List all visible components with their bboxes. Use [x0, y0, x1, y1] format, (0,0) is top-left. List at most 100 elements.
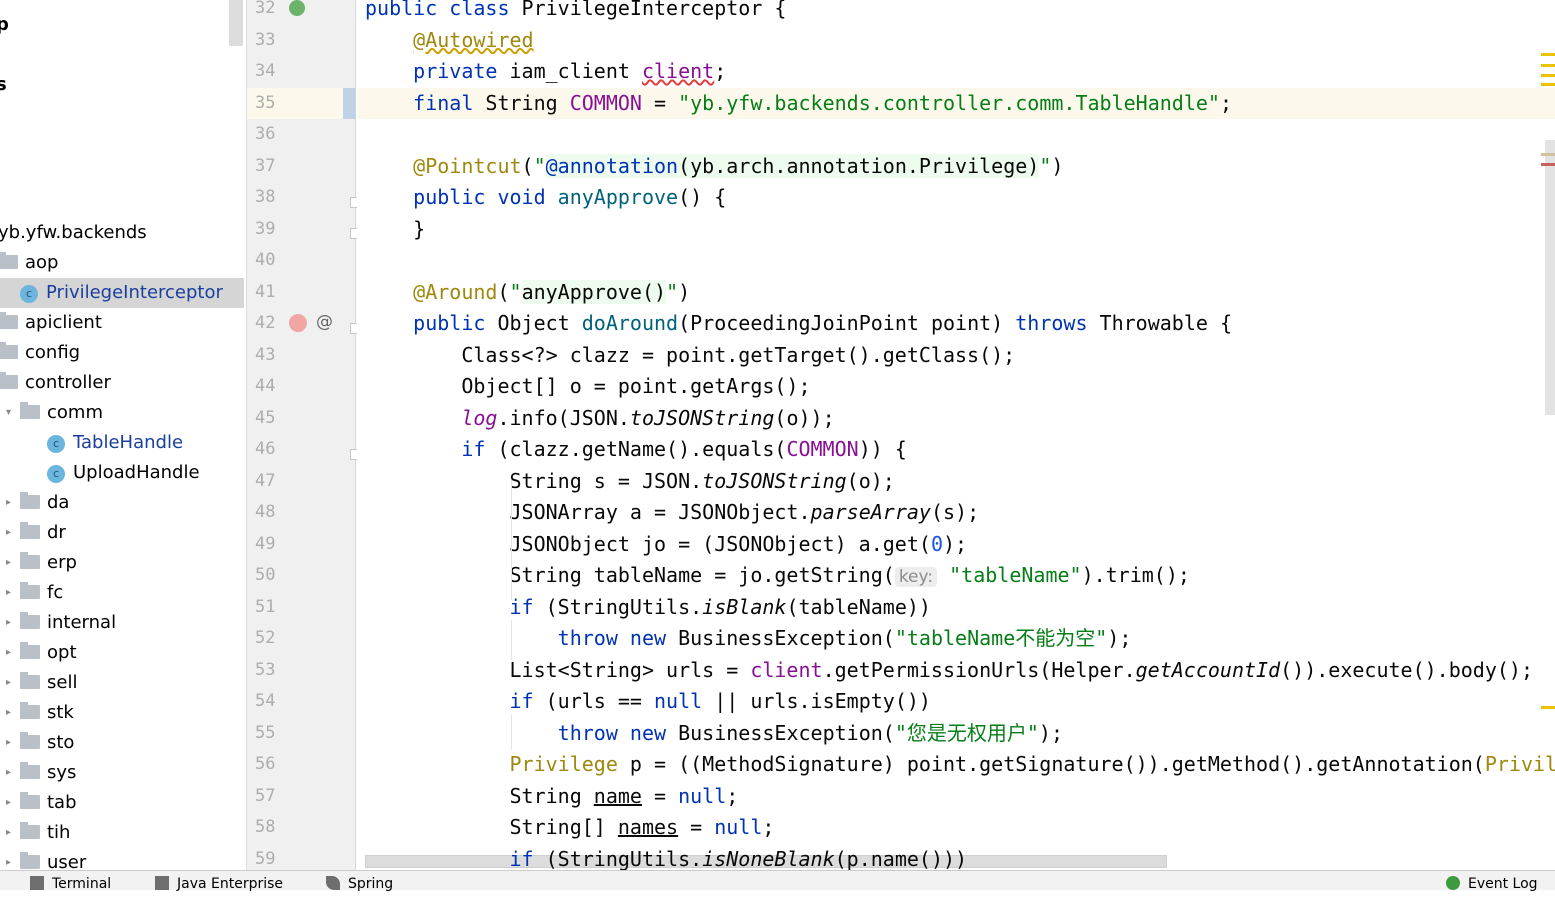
- expand-arrow-icon[interactable]: ▸: [6, 638, 11, 668]
- code-token: (urls ==: [545, 689, 654, 713]
- error-stripe-mark[interactable]: [1541, 53, 1555, 56]
- code-line[interactable]: String name = null;: [365, 781, 738, 813]
- tree-item-privilegeinterceptor[interactable]: c PrivilegeInterceptor: [0, 278, 244, 308]
- code-editor[interactable]: public class PrivilegeInterceptor { @Aut…: [357, 0, 1555, 870]
- code-line[interactable]: String tableName = jo.getString(key: "ta…: [365, 560, 1190, 592]
- expand-arrow-icon[interactable]: ▸: [6, 518, 11, 548]
- code-line[interactable]: @Autowired: [365, 25, 533, 57]
- code-line[interactable]: String s = JSON.toJSONString(o);: [365, 466, 894, 498]
- expand-arrow-icon[interactable]: ▸: [6, 698, 11, 728]
- tree-item-label: tih: [47, 822, 71, 843]
- method-override-icon[interactable]: [289, 314, 307, 332]
- code-token: BusinessException(: [678, 626, 895, 650]
- expand-arrow-icon[interactable]: ▸: [6, 818, 11, 848]
- tree-item-dr[interactable]: ▸ dr: [0, 518, 244, 548]
- tree-item-controller[interactable]: ▸controller: [0, 368, 244, 398]
- code-line[interactable]: if (StringUtils.isNoneBlank(p.name())): [365, 844, 968, 871]
- code-token: final: [413, 90, 486, 115]
- code-line[interactable]: private iam_client client;: [365, 56, 726, 88]
- code-token: @annotation: [545, 153, 679, 178]
- expand-arrow-icon[interactable]: ▸: [6, 758, 11, 788]
- code-token: );: [1107, 626, 1132, 650]
- tree-item-p[interactable]: p: [0, 10, 244, 40]
- folder-icon: [20, 552, 40, 569]
- tree-item-comm[interactable]: ▾ comm: [0, 398, 244, 428]
- code-line[interactable]: public class PrivilegeInterceptor {: [365, 0, 786, 25]
- code-line[interactable]: List<String> urls = client.getPermission…: [365, 655, 1533, 687]
- tree-item-opt[interactable]: ▸ opt: [0, 638, 244, 668]
- code-line[interactable]: if (urls == null || urls.isEmpty()): [365, 686, 931, 718]
- tree-item-erp[interactable]: ▸ erp: [0, 548, 244, 578]
- code-line[interactable]: public void anyApprove() {: [365, 182, 726, 214]
- tree-item-sys[interactable]: ▸ sys: [0, 758, 244, 788]
- code-token: String: [485, 90, 570, 115]
- terminal-tab[interactable]: Terminal: [30, 871, 111, 897]
- tree-item-config[interactable]: ▸config: [0, 338, 244, 368]
- code-token: ": [1039, 153, 1052, 178]
- code-token: "tableName": [949, 563, 1082, 587]
- tree-item-internal[interactable]: ▸ internal: [0, 608, 244, 638]
- tree-item-sell[interactable]: ▸ sell: [0, 668, 244, 698]
- line-number: 50: [255, 565, 276, 585]
- spring-bean-icon[interactable]: [289, 0, 305, 16]
- annotation-icon[interactable]: @: [316, 312, 333, 332]
- tree-item-tab[interactable]: ▸ tab: [0, 788, 244, 818]
- tree-item-uploadhandle[interactable]: c UploadHandle: [0, 458, 244, 488]
- error-stripe-mark[interactable]: [1541, 74, 1555, 77]
- code-line[interactable]: @Around("anyApprove()"): [365, 277, 690, 309]
- code-token: (yb.arch.annotation.Privilege): [678, 153, 1040, 178]
- line-number: 34: [255, 61, 276, 81]
- line-number: 49: [255, 533, 276, 554]
- expand-arrow-icon[interactable]: ▾: [6, 398, 11, 428]
- expand-arrow-icon[interactable]: ▸: [6, 728, 11, 758]
- folder-icon: [20, 762, 40, 779]
- code-line[interactable]: log.info(JSON.toJSONString(o));: [365, 403, 834, 435]
- java-enterprise-tab[interactable]: Java Enterprise: [155, 871, 283, 897]
- error-stripe-mark[interactable]: [1541, 706, 1555, 709]
- tree-item-s[interactable]: s: [0, 70, 244, 100]
- error-stripe-mark[interactable]: [1541, 163, 1555, 166]
- code-line[interactable]: JSONObject jo = (JSONObject) a.get(0);: [365, 529, 967, 561]
- tree-item-sto[interactable]: ▸ sto: [0, 728, 244, 758]
- expand-arrow-icon[interactable]: ▸: [6, 608, 11, 638]
- error-stripe-mark[interactable]: [1541, 83, 1555, 86]
- tree-item-user[interactable]: ▸ user: [0, 848, 244, 870]
- tree-item-stk[interactable]: ▸ stk: [0, 698, 244, 728]
- vertical-scrollbar[interactable]: [1545, 140, 1555, 415]
- tree-item-yb-yfw-backends[interactable]: yb.yfw.backends: [0, 218, 244, 248]
- code-line[interactable]: Privilege p = ((MethodSignature) point.g…: [365, 749, 1555, 781]
- code-token: p = ((MethodSignature) point.getSignatur…: [617, 752, 1485, 776]
- expand-arrow-icon[interactable]: ▸: [6, 848, 11, 870]
- code-line[interactable]: final String COMMON = "yb.yfw.backends.c…: [365, 88, 1232, 120]
- spring-tab[interactable]: Spring: [326, 871, 393, 897]
- error-stripe-mark[interactable]: [1541, 153, 1555, 156]
- expand-arrow-icon[interactable]: ▸: [6, 578, 11, 608]
- code-token: ()).execute().body();: [1280, 657, 1534, 682]
- code-token: toJSONString: [629, 405, 775, 430]
- code-line[interactable]: String[] names = null;: [365, 812, 774, 844]
- error-stripe-mark[interactable]: [1541, 64, 1555, 67]
- expand-arrow-icon[interactable]: ▸: [6, 668, 11, 698]
- expand-arrow-icon[interactable]: ▸: [6, 548, 11, 578]
- code-token: null: [714, 815, 763, 839]
- tree-item-fc[interactable]: ▸ fc: [0, 578, 244, 608]
- code-line[interactable]: Class<?> clazz = point.getTarget().getCl…: [365, 340, 1015, 372]
- tree-item-tih[interactable]: ▸ tih: [0, 818, 244, 848]
- code-line[interactable]: throw new BusinessException("tableName不能…: [365, 623, 1132, 655]
- tree-item-tablehandle[interactable]: c TableHandle: [0, 428, 244, 458]
- code-line[interactable]: JSONArray a = JSONObject.parseArray(s);: [365, 497, 979, 529]
- tree-item-label: internal: [47, 612, 117, 633]
- expand-arrow-icon[interactable]: ▸: [6, 488, 11, 518]
- code-line[interactable]: if (clazz.getName().equals(COMMON)) {: [365, 434, 907, 466]
- tree-item-apiclient[interactable]: ▸apiclient: [0, 308, 244, 338]
- code-line[interactable]: throw new BusinessException("您是无权用户");: [365, 718, 1063, 750]
- event-log-tab[interactable]: Event Log: [1446, 871, 1538, 897]
- code-line[interactable]: Object[] o = point.getArgs();: [365, 371, 810, 403]
- tree-item-da[interactable]: ▸ da: [0, 488, 244, 518]
- code-line[interactable]: @Pointcut("@annotation(yb.arch.annotatio…: [365, 151, 1063, 183]
- tree-item-aop[interactable]: ▾aop: [0, 248, 244, 278]
- expand-arrow-icon[interactable]: ▸: [6, 788, 11, 818]
- code-line[interactable]: }: [365, 214, 425, 246]
- code-line[interactable]: public Object doAround(ProceedingJoinPoi…: [365, 308, 1232, 340]
- code-line[interactable]: if (StringUtils.isBlank(tableName)): [365, 592, 931, 624]
